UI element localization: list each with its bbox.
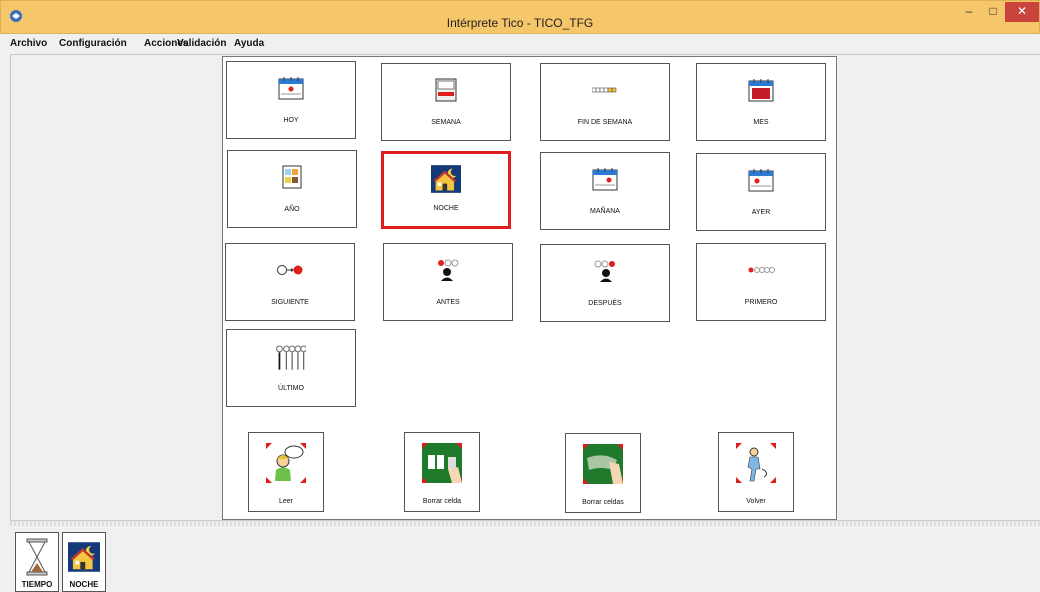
calendar-tomorrow-icon: [592, 168, 618, 191]
menu-ayuda[interactable]: Ayuda: [234, 38, 264, 49]
read-button-label: Leer: [278, 498, 293, 505]
night-house-icon: [68, 542, 100, 572]
menu-configuracion[interactable]: Configuración: [59, 38, 127, 49]
menu-bar: Archivo Configuración Acciones Validació…: [0, 34, 1040, 54]
next-icon: [277, 265, 303, 275]
calendar-yesterday-icon: [748, 169, 774, 192]
window-title: Intérprete Tico - TICO_TFG: [446, 16, 594, 30]
night-house-icon: [431, 165, 461, 193]
read-aloud-icon: [266, 443, 306, 483]
cell-noche[interactable]: NOCHE: [381, 151, 511, 229]
calendar-today-icon: [278, 77, 304, 100]
delete-cell-button[interactable]: Borrar celda: [404, 432, 480, 512]
cell-primero[interactable]: PRIMERO: [696, 243, 826, 321]
menu-validacion[interactable]: Validación: [177, 38, 226, 49]
cell-label: AYER: [751, 209, 771, 216]
cell-ultimo[interactable]: ÚLTIMO: [226, 329, 356, 407]
calendar-year-icon: [282, 165, 302, 189]
cell-semana[interactable]: SEMANA: [381, 63, 511, 141]
calendar-week-icon: [435, 78, 457, 102]
last-icon: [276, 345, 306, 370]
cell-antes[interactable]: ANTES: [383, 243, 513, 321]
delete-cells-button-label: Borrar celdas: [582, 499, 624, 506]
cell-label: FIN DE SEMANA: [577, 119, 633, 126]
read-button[interactable]: Leer: [248, 432, 324, 512]
delete-cell-button-label: Borrar celda: [422, 498, 462, 505]
maximize-button[interactable]: □: [981, 2, 1005, 22]
cell-mes[interactable]: MES: [696, 63, 826, 141]
cell-ano[interactable]: AÑO: [227, 150, 357, 228]
delete-cells-button[interactable]: Borrar celdas: [565, 433, 641, 513]
delete-cells-icon: [583, 444, 623, 484]
back-button[interactable]: Volver: [718, 432, 794, 512]
cell-fin-de-semana[interactable]: FIN DE SEMANA: [540, 63, 670, 141]
cell-label: MES: [753, 119, 769, 126]
before-icon: [438, 259, 459, 281]
minimize-button[interactable]: –: [957, 2, 981, 22]
cell-label: HOY: [283, 117, 299, 124]
cell-label: AÑO: [284, 206, 300, 213]
cell-label: DESPUÉS: [588, 300, 622, 307]
go-back-icon: [736, 443, 776, 483]
message-cell-label: TIEMPO: [21, 580, 53, 589]
cell-despues[interactable]: DESPUÉS: [540, 244, 670, 322]
calendar-month-icon: [748, 79, 774, 102]
delete-cell-icon: [422, 443, 462, 483]
back-button-label: Volver: [746, 498, 766, 505]
cell-label: PRIMERO: [744, 299, 778, 306]
menu-archivo[interactable]: Archivo: [10, 38, 47, 49]
after-icon: [594, 260, 615, 282]
cell-manana[interactable]: MAÑANA: [540, 152, 670, 230]
cell-label: MAÑANA: [590, 208, 620, 215]
first-icon: [748, 267, 775, 273]
board: HOY SEMANA FIN DE SEMANA MES AÑO NOCHE M…: [222, 56, 837, 520]
cell-ayer[interactable]: AYER: [696, 153, 826, 231]
cell-label: ANTES: [436, 299, 460, 306]
message-cell-tiempo[interactable]: TIEMPO: [15, 532, 59, 592]
weekend-icon: [592, 87, 617, 93]
hourglass-icon: [26, 538, 48, 576]
cell-label: SEMANA: [431, 119, 461, 126]
close-button[interactable]: ✕: [1005, 2, 1039, 22]
cell-hoy[interactable]: HOY: [226, 61, 356, 139]
app-window: Intérprete Tico - TICO_TFG – □ ✕ Archivo…: [0, 0, 1040, 592]
message-cell-label: NOCHE: [69, 580, 99, 589]
cell-label: ÚLTIMO: [278, 385, 304, 392]
cell-label: SIGUIENTE: [271, 299, 309, 306]
message-bar: TIEMPO NOCHE: [10, 526, 1040, 592]
cell-label: NOCHE: [433, 205, 459, 212]
cell-siguiente[interactable]: SIGUIENTE: [225, 243, 355, 321]
title-bar: Intérprete Tico - TICO_TFG – □ ✕: [0, 0, 1040, 34]
message-cell-noche[interactable]: NOCHE: [62, 532, 106, 592]
